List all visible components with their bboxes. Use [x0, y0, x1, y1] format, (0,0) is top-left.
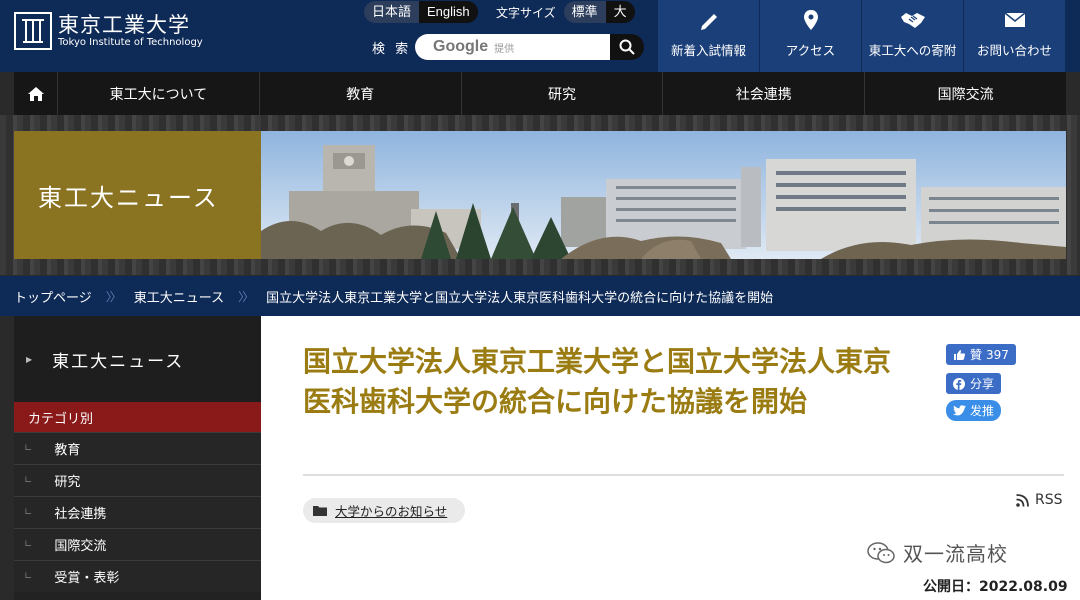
- folder-icon: [313, 506, 327, 516]
- rss-icon: [1016, 493, 1029, 507]
- search-provided-label: 提供: [494, 43, 515, 55]
- logo-english: Tokyo Institute of Technology: [58, 37, 203, 48]
- sidebar-category-header: カテゴリ別: [14, 402, 261, 432]
- corner-icon: ∟: [24, 571, 33, 582]
- campus-photo: [261, 131, 1066, 259]
- quick-link-label: お問い合わせ: [976, 43, 1052, 58]
- home-icon: [27, 86, 44, 101]
- search-label: 検 索: [372, 42, 412, 57]
- sidebar-item-collaboration[interactable]: ∟ 社会連携: [14, 496, 261, 528]
- site-logo[interactable]: 東京工業大学 Tokyo Institute of Technology: [14, 12, 203, 50]
- nav-item-collaboration[interactable]: 社会連携: [663, 72, 866, 115]
- breadcrumb-separator-icon: 〉〉: [238, 289, 254, 304]
- breadcrumb-top[interactable]: トップページ: [14, 287, 92, 306]
- font-size-switch: 文字サイズ 標準 大: [496, 1, 635, 23]
- search-button[interactable]: [610, 34, 644, 60]
- sidebar-item-label: 社会連携: [54, 507, 107, 522]
- facebook-share-button[interactable]: 分享: [946, 373, 1002, 394]
- like-count: 397: [986, 347, 1009, 362]
- corner-icon: ∟: [24, 539, 33, 550]
- breadcrumb-current: 国立大学法人東京工業大学と国立大学法人東京医科歯科大学の統合に向けた協議を開始: [266, 290, 774, 306]
- sidebar-item-international[interactable]: ∟ 国際交流: [14, 528, 261, 560]
- publish-date: 公開日：2022.08.09: [923, 579, 1068, 595]
- sidebar-item-label: 国際交流: [54, 539, 107, 554]
- rss-link[interactable]: RSS: [1016, 492, 1063, 508]
- nav-item-about[interactable]: 東工大について: [58, 72, 260, 115]
- quick-link-label: 東工大への寄附: [868, 43, 957, 58]
- nav-item-research[interactable]: 研究: [462, 72, 664, 115]
- facebook-icon: [953, 377, 965, 390]
- corner-icon: ∟: [24, 507, 33, 518]
- sidebar-heading[interactable]: ▶ 東工大ニュース: [14, 316, 261, 402]
- handshake-icon: [900, 13, 925, 28]
- language-switch: 日本語 English: [364, 1, 478, 23]
- quick-link-label: 新着入試情報: [670, 43, 746, 58]
- font-standard-button[interactable]: 標準: [563, 1, 606, 23]
- quick-link-donation[interactable]: 東工大への寄附: [861, 0, 963, 72]
- sidebar-heading-label: 東工大ニュース: [52, 351, 185, 372]
- corner-icon: ∟: [24, 475, 33, 486]
- search-input[interactable]: Google 提供: [415, 34, 610, 60]
- quick-link-label: アクセス: [785, 43, 836, 58]
- rss-label: RSS: [1035, 492, 1063, 508]
- article-main: 国立大学法人東京工業大学と国立大学法人東京医科歯科大学の統合に向けた協議を開始 …: [261, 316, 1080, 600]
- tweet-button[interactable]: 发推: [946, 400, 1002, 421]
- logo-japanese: 東京工業大学: [58, 13, 190, 37]
- sidebar-item-label: 研究: [54, 475, 81, 490]
- breadcrumb: トップページ 〉〉 東工大ニュース 〉〉 国立大学法人東京工業大学と国立大学法人…: [0, 276, 1080, 316]
- sidebar-item-label: 受賞・表彰: [54, 571, 120, 586]
- breadcrumb-separator-icon: 〉〉: [105, 289, 122, 304]
- sidebar-item-awards[interactable]: ∟ 受賞・表彰: [14, 560, 261, 592]
- map-pin-icon: [803, 10, 818, 30]
- titech-emblem-icon: [14, 12, 52, 50]
- corner-icon: ∟: [24, 443, 33, 454]
- nav-item-international[interactable]: 国際交流: [865, 72, 1066, 115]
- pencil-icon: [700, 14, 717, 30]
- search-icon: [619, 39, 635, 55]
- sidebar-item-research[interactable]: ∟ 研究: [14, 464, 261, 496]
- breadcrumb-news[interactable]: 東工大ニュース: [134, 287, 224, 306]
- google-logo: Google: [433, 38, 489, 55]
- lang-en-button[interactable]: English: [419, 1, 478, 23]
- home-button[interactable]: [14, 72, 58, 115]
- sidebar-item-label: 教育: [54, 443, 81, 458]
- title-divider: [303, 474, 1064, 476]
- sidebar: ▶ 東工大ニュース カテゴリ別 ∟ 教育 ∟ 研究 ∟ 社会連携 ∟ 国際交流 …: [14, 316, 261, 600]
- like-label: 贊: [970, 348, 983, 362]
- font-size-label: 文字サイズ: [496, 5, 556, 20]
- wechat-watermark: 双一流高校: [867, 538, 1008, 567]
- font-large-button[interactable]: 大: [605, 1, 635, 23]
- nav-item-education[interactable]: 教育: [260, 72, 462, 115]
- lang-ja-button[interactable]: 日本語: [364, 1, 420, 23]
- banner-title: 東工大ニュース: [14, 131, 261, 259]
- facebook-like-button[interactable]: 贊 397: [946, 344, 1016, 365]
- quick-link-contact[interactable]: お問い合わせ: [963, 0, 1065, 72]
- watermark-label: 双一流高校: [903, 542, 1008, 566]
- envelope-icon: [1004, 12, 1025, 27]
- sidebar-item-education[interactable]: ∟ 教育: [14, 432, 261, 464]
- thumbs-up-icon: [954, 349, 965, 360]
- quick-link-access[interactable]: アクセス: [759, 0, 861, 72]
- site-header: 東京工業大学 Tokyo Institute of Technology 日本語…: [0, 0, 1080, 72]
- share-label: 分享: [970, 377, 995, 391]
- category-tag-label: 大学からのお知らせ: [335, 504, 448, 519]
- wechat-icon: [867, 541, 895, 563]
- twitter-bird-icon: [953, 405, 966, 416]
- tweet-label: 发推: [970, 404, 995, 418]
- global-nav: 東工大について 教育 研究 社会連携 国際交流: [14, 72, 1066, 115]
- quick-link-admissions[interactable]: 新着入試情報: [657, 0, 759, 72]
- article-title: 国立大学法人東京工業大学と国立大学法人東京医科歯科大学の統合に向けた協議を開始: [303, 345, 892, 418]
- category-tag[interactable]: 大学からのお知らせ: [303, 498, 466, 523]
- caret-right-icon: ▶: [26, 354, 35, 364]
